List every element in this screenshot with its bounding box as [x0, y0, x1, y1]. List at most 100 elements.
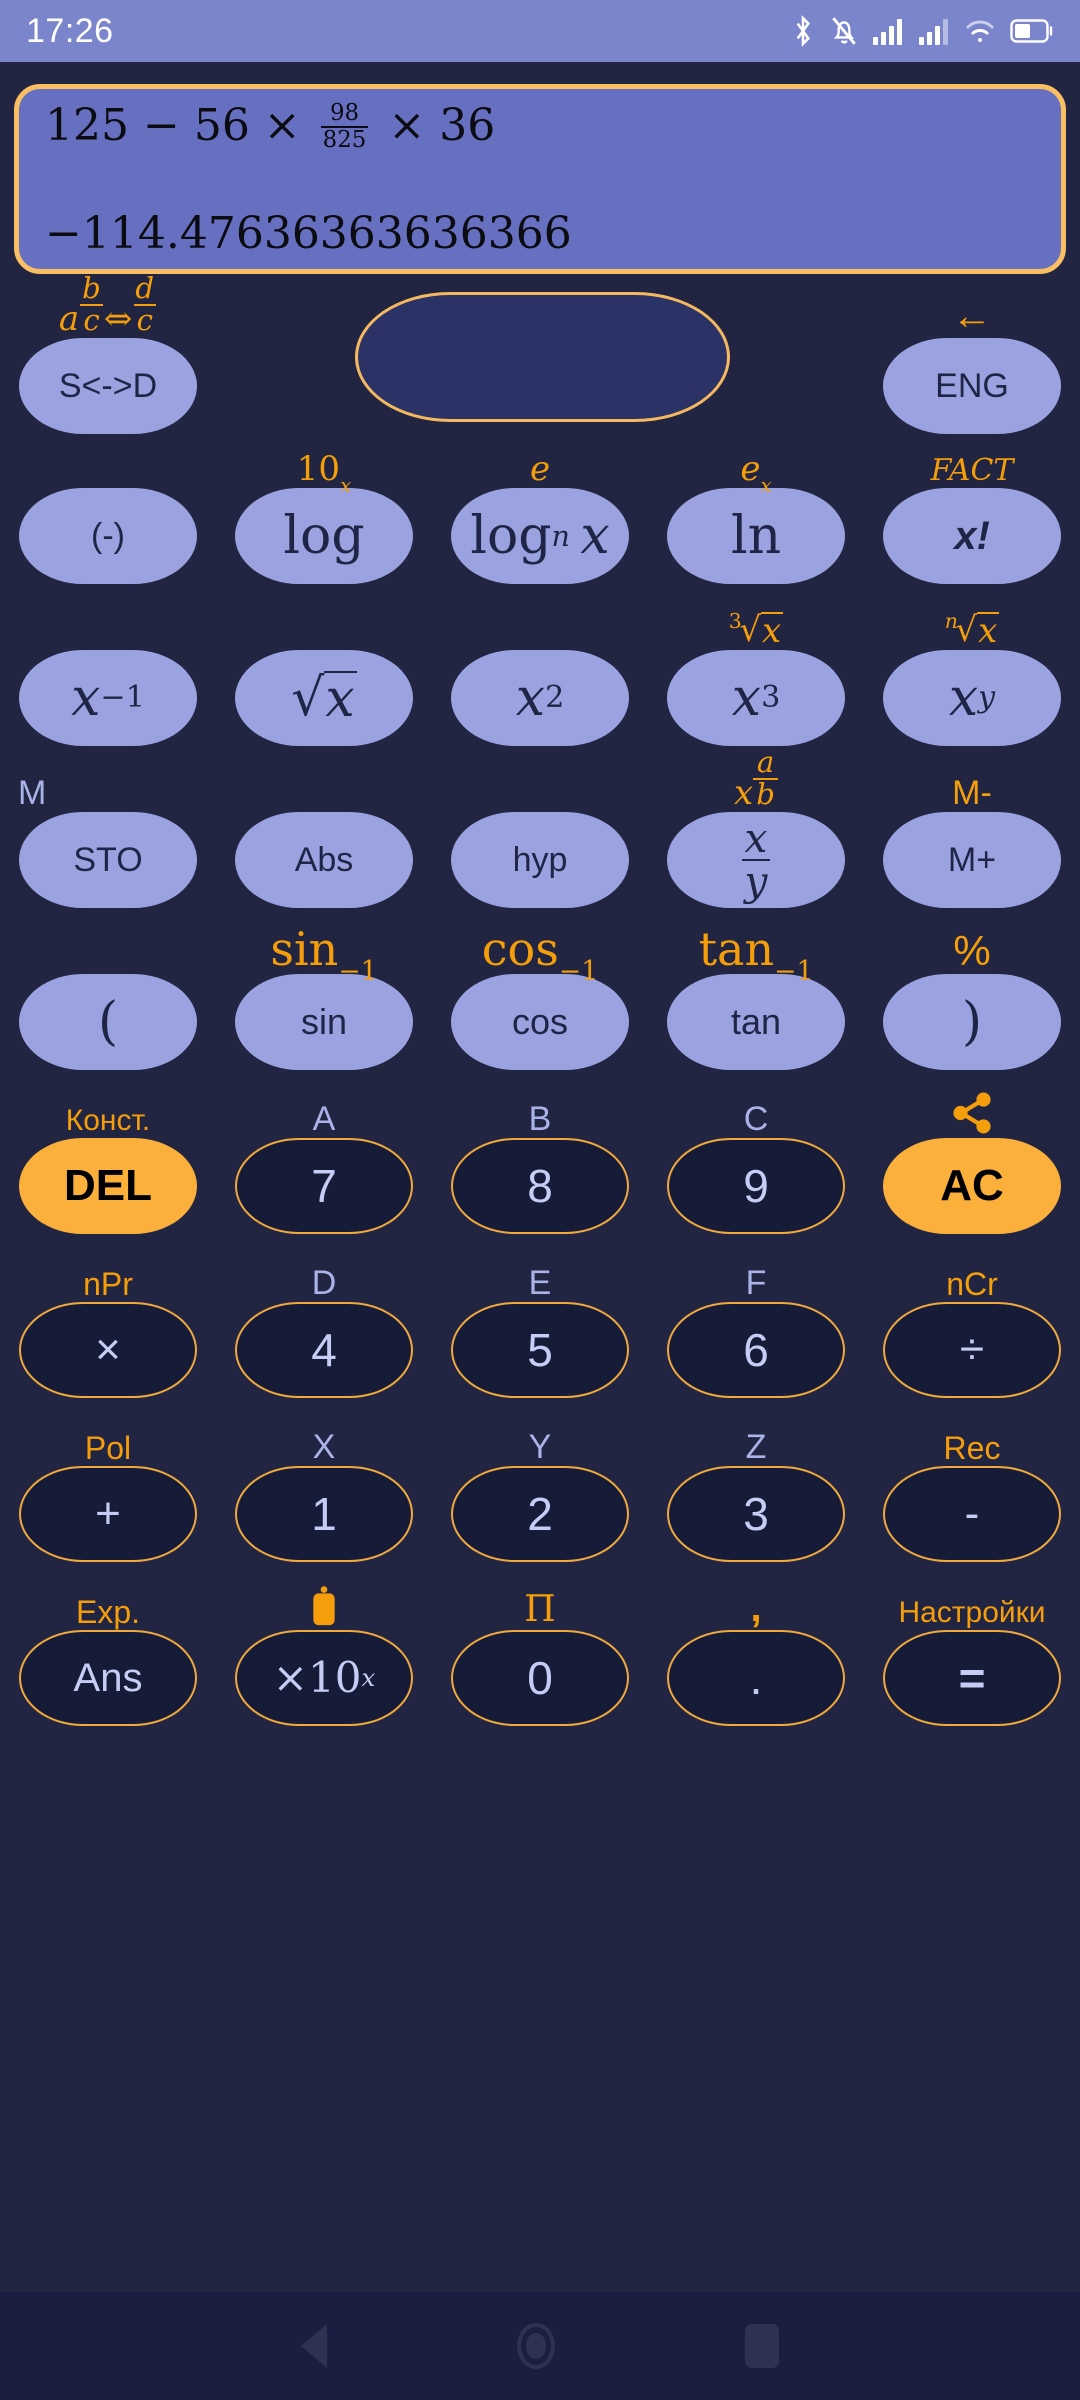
- decimal-point-button[interactable]: .: [667, 1630, 845, 1726]
- key-cell-9: C 9: [648, 1086, 864, 1234]
- x-squared-button[interactable]: x2: [451, 650, 629, 746]
- left-arrow-icon[interactable]: ←: [864, 282, 1080, 338]
- plus-button[interactable]: +: [19, 1466, 197, 1562]
- factorial-button[interactable]: x!: [883, 488, 1061, 584]
- expression-line: 125 − 56 × 98 825 × 36: [45, 100, 1035, 154]
- key-cell-ans: Exp. Ans: [0, 1578, 216, 1726]
- back-icon[interactable]: [301, 2324, 327, 2368]
- all-clear-button[interactable]: AC: [883, 1138, 1061, 1234]
- ans-button[interactable]: Ans: [19, 1630, 197, 1726]
- var-z-label: Z: [745, 1428, 767, 1466]
- home-icon[interactable]: [517, 2323, 555, 2369]
- digit-2-button[interactable]: 2: [451, 1466, 629, 1562]
- log-button[interactable]: log: [235, 488, 413, 584]
- open-paren-button[interactable]: (: [19, 974, 197, 1070]
- divide-button[interactable]: ÷: [883, 1302, 1061, 1398]
- key-cell-log: 10 x log: [216, 436, 432, 584]
- const-label: Конст.: [65, 1104, 151, 1137]
- sd-secondary-label: a b c ⇔ d c: [0, 274, 216, 338]
- var-e-label: E: [528, 1264, 552, 1302]
- memory-minus-label: M-: [952, 774, 992, 812]
- sin-button[interactable]: sin: [235, 974, 413, 1070]
- key-cell-tan: tan −1 tan: [648, 922, 864, 1070]
- 456-row: nPr × D 4 E 5 F 6 nCr ÷: [0, 1250, 1080, 1398]
- equals-button[interactable]: =: [883, 1630, 1061, 1726]
- negate-button[interactable]: (-): [19, 488, 197, 584]
- recents-icon[interactable]: [745, 2324, 779, 2368]
- key-cell-ln: ex ln: [648, 436, 864, 584]
- paste-icon[interactable]: [309, 1586, 339, 1628]
- key-cell-fraction: x ab xy: [648, 748, 864, 908]
- expression-tail: × 36: [388, 100, 496, 151]
- log-base-n-button[interactable]: log n x: [451, 488, 629, 584]
- ncr-label: nCr: [946, 1266, 998, 1302]
- tan-button[interactable]: tan: [667, 974, 845, 1070]
- paste-icon-wrap[interactable]: [216, 1578, 432, 1630]
- square-root-button[interactable]: √ x: [235, 650, 413, 746]
- direction-pad[interactable]: [355, 292, 730, 422]
- sto-button[interactable]: STO: [19, 812, 197, 908]
- share-icon[interactable]: [949, 1090, 995, 1136]
- key-cell-8: B 8: [432, 1086, 648, 1234]
- ln-button[interactable]: ln: [667, 488, 845, 584]
- memory-row: M STO Abs hyp x ab xy M- M+: [0, 748, 1080, 908]
- key-cell-exp10: ×10 x: [216, 1578, 432, 1726]
- close-paren-button[interactable]: ): [883, 974, 1061, 1070]
- hyp-button[interactable]: hyp: [451, 812, 629, 908]
- x-power-y-button[interactable]: xy: [883, 650, 1061, 746]
- memory-plus-button[interactable]: M+: [883, 812, 1061, 908]
- fraction-numerator: 98: [329, 100, 360, 127]
- sd-toggle-button[interactable]: S<->D: [19, 338, 197, 434]
- bluetooth-icon: [796, 15, 810, 47]
- digit-5-button[interactable]: 5: [451, 1302, 629, 1398]
- multiply-button[interactable]: ×: [19, 1302, 197, 1398]
- result-line: −114.47636363636366: [45, 207, 572, 259]
- wifi-icon: [966, 20, 994, 42]
- pol-label: Pol: [84, 1430, 132, 1466]
- fraction-button[interactable]: xy: [667, 812, 845, 908]
- share-icon-wrap[interactable]: [864, 1086, 1080, 1138]
- digit-6-button[interactable]: 6: [667, 1302, 845, 1398]
- abs-button[interactable]: Abs: [235, 812, 413, 908]
- cos-button[interactable]: cos: [451, 974, 629, 1070]
- digit-9-button[interactable]: 9: [667, 1138, 845, 1234]
- key-cell-sqrt: √ x: [216, 598, 432, 746]
- key-cell-del: Конст. DEL: [0, 1086, 216, 1234]
- digit-0-button[interactable]: 0: [451, 1630, 629, 1726]
- minus-button[interactable]: -: [883, 1466, 1061, 1562]
- key-cell-cos: cos −1 cos: [432, 922, 648, 1070]
- digit-1-button[interactable]: 1: [235, 1466, 413, 1562]
- key-cell-abs: Abs: [216, 760, 432, 908]
- exp-label: Exp.: [75, 1594, 141, 1630]
- fact-label: FACT: [930, 453, 1014, 488]
- key-cell-decimal: , .: [648, 1578, 864, 1726]
- del-button[interactable]: DEL: [19, 1138, 197, 1234]
- digit-7-button[interactable]: 7: [235, 1138, 413, 1234]
- x-inverse-button[interactable]: x −1: [19, 650, 197, 746]
- key-cell-1: X 1: [216, 1414, 432, 1562]
- var-y-label: Y: [528, 1428, 552, 1466]
- battery-icon: [1010, 19, 1053, 43]
- arctan-label: tan −1: [698, 922, 814, 987]
- key-cell-inverse: x −1: [0, 598, 216, 746]
- x-cubed-button[interactable]: x3: [667, 650, 845, 746]
- var-f-label: F: [745, 1264, 767, 1302]
- euler-e-label: e: [529, 449, 551, 489]
- var-b-label: B: [528, 1100, 552, 1138]
- key-cell-mplus: M- M+: [864, 760, 1080, 908]
- settings-label[interactable]: Настройки: [864, 1578, 1080, 1630]
- key-cell-multiply: nPr ×: [0, 1250, 216, 1398]
- mixed-fraction-glyph: ab: [753, 748, 778, 810]
- arcsin-label: sin −1: [270, 922, 378, 987]
- signal-2-icon: [919, 19, 948, 45]
- eng-button[interactable]: ENG: [883, 338, 1061, 434]
- calculator-display[interactable]: 125 − 56 × 98 825 × 36 −114.476363636363…: [14, 84, 1066, 274]
- times-ten-power-button[interactable]: ×10 x: [235, 1630, 413, 1726]
- rec-label: Rec: [943, 1430, 1001, 1466]
- ans-row: Exp. Ans ×10 x П 0 , . Настройки =: [0, 1578, 1080, 1726]
- digit-4-button[interactable]: 4: [235, 1302, 413, 1398]
- digit-8-button[interactable]: 8: [451, 1138, 629, 1234]
- digit-3-button[interactable]: 3: [667, 1466, 845, 1562]
- key-cell-0: П 0: [432, 1578, 648, 1726]
- keypad: a b c ⇔ d c S<->D ← ENG (-) 10 x log e l…: [0, 274, 1080, 1726]
